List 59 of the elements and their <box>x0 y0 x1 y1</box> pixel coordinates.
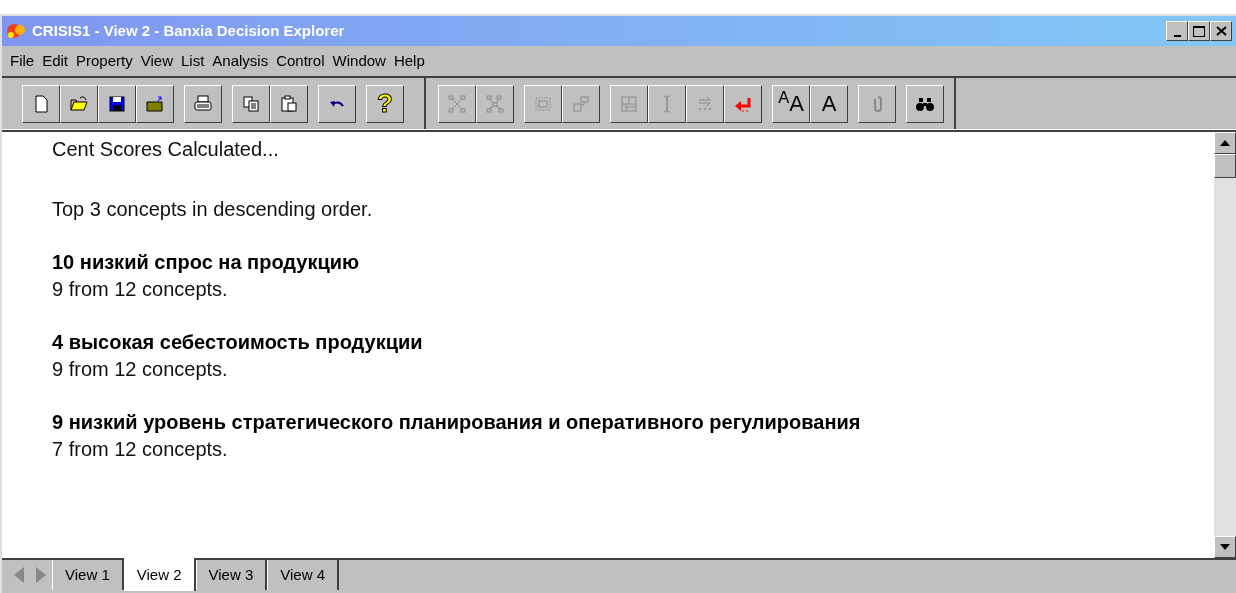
result-text: 7 from 12 concepts. <box>52 437 229 462</box>
menu-item[interactable]: Analysis <box>208 49 273 73</box>
copy-icon <box>241 93 261 114</box>
menu-item[interactable]: Property <box>72 49 137 73</box>
concept-heading: 9 низкий уровень стратегического планирования и оперативного регулирования <box>52 410 862 435</box>
result-text: Top 3 concepts in descending order. <box>52 197 374 222</box>
network-icon <box>485 93 505 114</box>
toolbar-button[interactable] <box>184 84 222 123</box>
menu-item[interactable]: List <box>177 49 209 73</box>
concept-heading: 10 низкий спрос на продукцию <box>52 250 361 275</box>
toolbar-button[interactable] <box>906 84 944 123</box>
minimize-icon <box>1173 35 1181 37</box>
menu-item[interactable]: Edit <box>38 49 73 73</box>
toolbar-button[interactable] <box>724 84 762 123</box>
toolbar-button[interactable] <box>60 84 98 123</box>
up-arrow-icon <box>1220 140 1230 146</box>
down-arrow-icon <box>1220 544 1230 550</box>
scroll-thumb[interactable] <box>1214 154 1236 178</box>
close-button[interactable] <box>1210 21 1232 41</box>
app-logo-icon <box>6 22 28 40</box>
toolbar-button[interactable] <box>270 84 308 123</box>
font-button[interactable]: $^{A}$A <box>772 84 810 123</box>
toolbar-button[interactable] <box>98 84 136 123</box>
view-tab[interactable]: View 4 <box>267 560 340 590</box>
undo-arrow-icon <box>330 98 344 109</box>
folder-arrow-icon <box>145 93 165 114</box>
scroll-down-button[interactable] <box>1214 536 1236 558</box>
view-tab[interactable]: View 3 <box>195 560 268 590</box>
menu-item[interactable]: View <box>136 49 177 73</box>
view-tab[interactable]: View 2 <box>123 558 196 591</box>
concept-heading: 4 высокая себестоимость продукции <box>52 330 424 355</box>
clipboard-icon <box>279 93 299 114</box>
linked-nodes-icon <box>447 93 467 114</box>
menu-item[interactable]: File <box>6 49 39 73</box>
result-text: Cent Scores Calculated... <box>52 137 280 162</box>
menu-item[interactable]: Control <box>272 49 329 73</box>
result-text: 9 from 12 concepts. <box>52 277 229 302</box>
open-folder-icon <box>69 93 89 114</box>
toolbar-button[interactable] <box>136 84 174 123</box>
window-title: CRISIS1 - View 2 - Banxia Decision Explorer <box>32 20 345 41</box>
menu-item[interactable]: Window <box>328 49 390 73</box>
close-icon <box>1215 26 1227 36</box>
grid-icon <box>619 93 639 114</box>
minimize-button[interactable] <box>1166 21 1188 41</box>
left-arrow-icon <box>14 567 24 583</box>
menu-item[interactable]: Help <box>389 49 429 73</box>
toolbar-button[interactable] <box>232 84 270 123</box>
scrollbar[interactable] <box>1214 132 1236 558</box>
view-tab[interactable]: View 1 <box>52 560 124 590</box>
stacked-boxes-icon <box>571 93 591 114</box>
right-arrow-icon <box>36 567 46 583</box>
font-button[interactable]: A <box>810 84 848 123</box>
scroll-up-button[interactable] <box>1214 132 1236 154</box>
printer-icon <box>193 93 213 114</box>
toolbar-button[interactable] <box>22 84 60 123</box>
result-text: 9 from 12 concepts. <box>52 357 229 382</box>
maximize-button[interactable] <box>1188 21 1210 41</box>
maximize-icon <box>1193 25 1205 37</box>
toolbar-button[interactable] <box>318 84 356 123</box>
